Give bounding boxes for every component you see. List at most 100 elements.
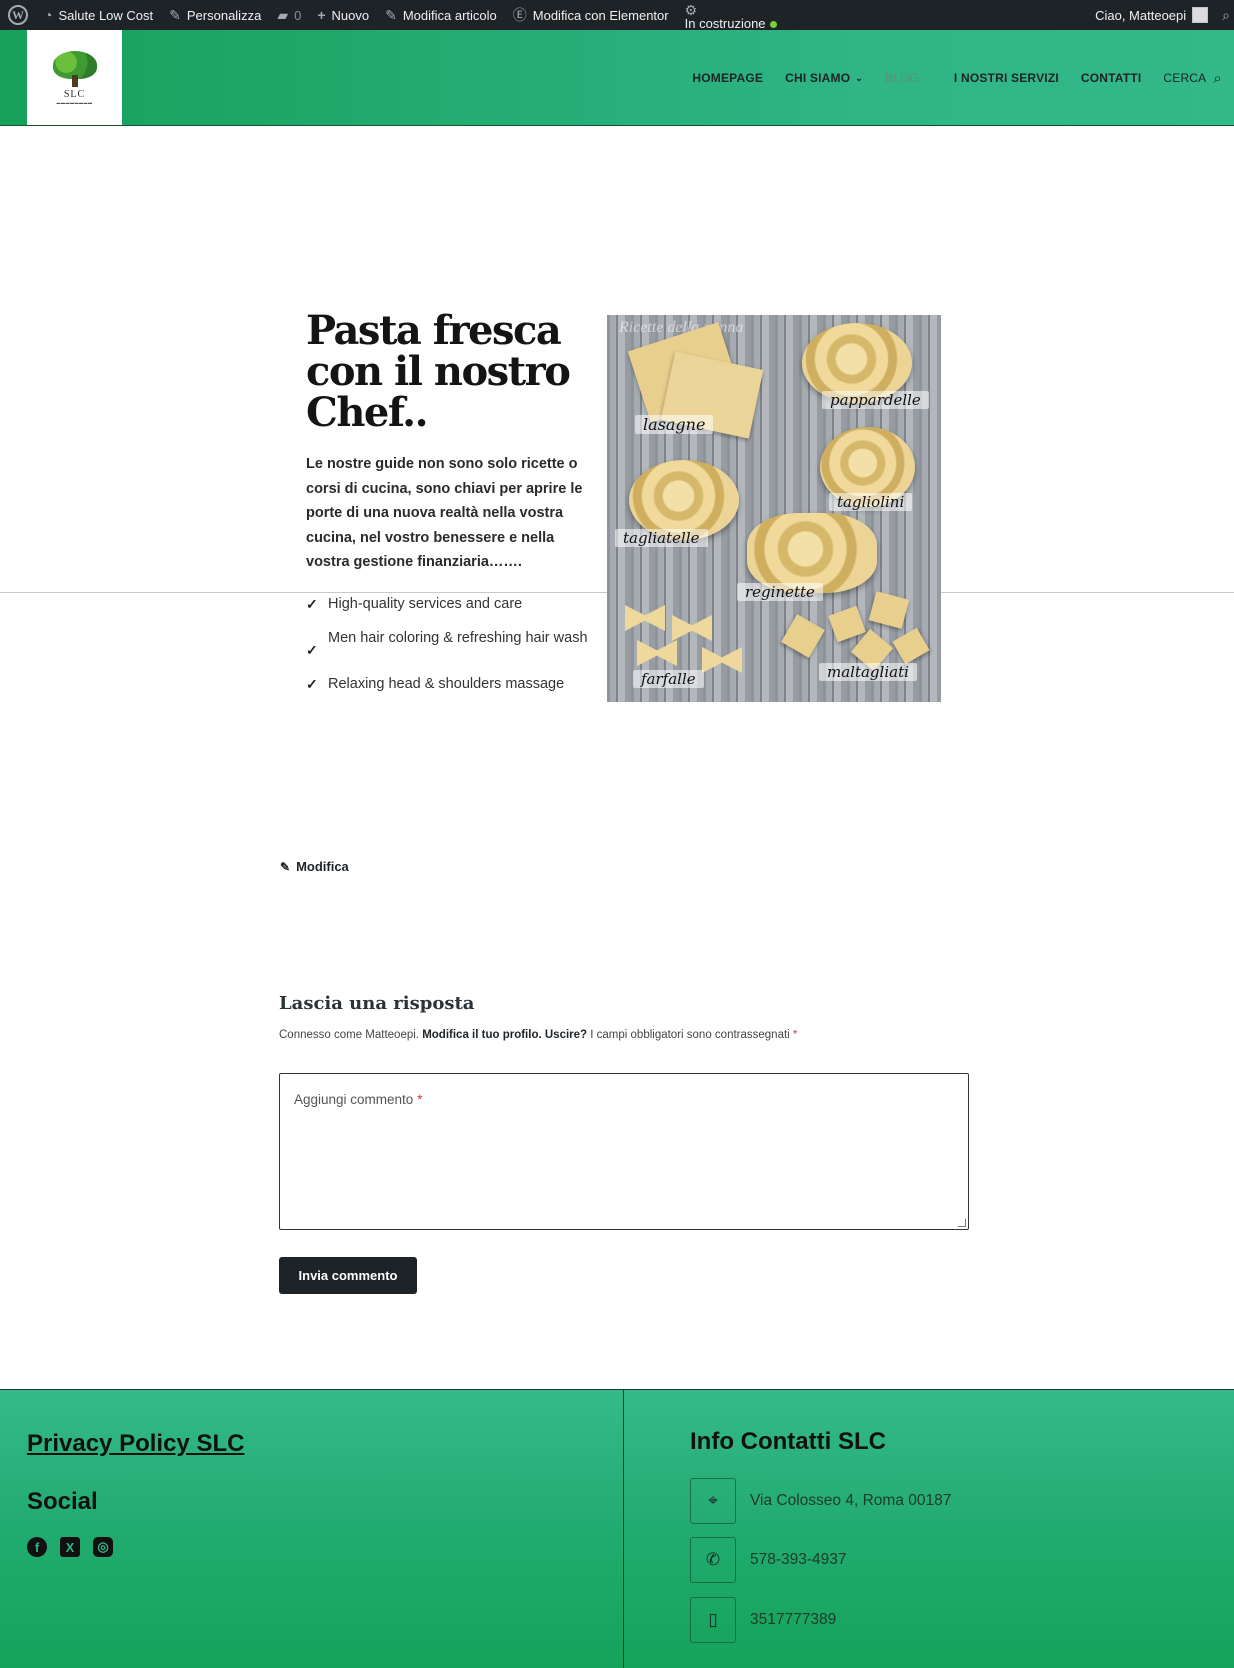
site-name-label: Salute Low Cost [58, 7, 154, 23]
dashboard-icon: ◔ [44, 7, 53, 23]
plus-icon: + [317, 7, 326, 23]
new-content-label: Nuovo [331, 7, 370, 23]
comment-placeholder: Aggiungi commento * [294, 1092, 422, 1107]
site-name-menu[interactable]: ◔ Salute Low Cost [36, 0, 161, 30]
comment-textarea[interactable]: Aggiungi commento * [279, 1073, 969, 1230]
label-farfalle: farfalle [633, 670, 704, 688]
wordpress-logo-icon: W [8, 5, 28, 25]
tree-logo-icon [49, 50, 101, 87]
search-icon: ⌕ [1222, 7, 1230, 23]
label-maltagliati: maltagliati [819, 663, 917, 681]
instagram-icon[interactable]: ◎ [93, 1537, 113, 1557]
pasta-photo: Ricette della nonna lasagne pappardelle … [607, 315, 941, 702]
label-reginette: reginette [737, 583, 823, 601]
mobile-icon: ▯ [690, 1597, 736, 1643]
required-mark: * [417, 1092, 423, 1107]
comments-menu[interactable]: ▰ 0 [269, 0, 309, 30]
farfalla [637, 640, 677, 666]
edit-post-link[interactable]: ✎ Modifica [280, 859, 349, 874]
label-tagliolini: tagliolini [829, 493, 913, 511]
chevron-down-icon: ⌄ [855, 72, 863, 83]
site-header: SLC ▬▬▬▬▬▬▬▬ HOMEPAGE CHI SIAMO ⌄ BLOG ⌄ I… [0, 30, 1234, 126]
contact-text: 3517777389 [750, 1611, 837, 1628]
pencil-icon: ✎ [385, 7, 397, 23]
list-item: ✓ Relaxing head & shoulders massage [306, 672, 596, 696]
nav-item-blog[interactable]: BLOG ⌄ [885, 71, 932, 85]
main-navigation: HOMEPAGE CHI SIAMO ⌄ BLOG ⌄ I NOSTRI SERVI… [692, 30, 1222, 126]
logged-in-prefix: Connesso come Matteoepi. [279, 1029, 419, 1041]
social-icons: f X ◎ [27, 1537, 113, 1557]
admin-bar-right: Ciao, Matteoepi ⌕ [1087, 0, 1234, 30]
nav-item-label: CHI SIAMO [785, 71, 851, 85]
privacy-policy-link[interactable]: Privacy Policy SLC [27, 1430, 244, 1458]
nav-item-label: HOMEPAGE [692, 71, 764, 85]
list-item: ✓ High-quality services and care [306, 592, 596, 616]
maintenance-status-label: In costruzione [684, 15, 766, 31]
wordpress-menu[interactable]: W [0, 0, 36, 30]
edit-link-label: Modifica [296, 859, 349, 874]
status-dot [769, 20, 777, 28]
maintenance-status[interactable]: ⚙ In costruzione [677, 0, 785, 30]
nav-item-label: CONTATTI [1080, 71, 1142, 85]
search-label: CERCA [1163, 71, 1207, 85]
feature-text: High-quality services and care [328, 596, 523, 612]
maltagliati-piece [828, 605, 866, 643]
label-lasagne: lasagne [635, 415, 714, 434]
required-note: I campi obbligatori sono contrassegnati [590, 1029, 790, 1041]
site-logo[interactable]: SLC ▬▬▬▬▬▬▬▬ [27, 30, 122, 125]
tagliatelle-nest [629, 460, 739, 540]
my-account-menu[interactable]: Ciao, Matteoepi [1087, 0, 1216, 30]
label-tagliatelle: tagliatelle [615, 529, 708, 547]
edit-post-label: Modifica articolo [402, 7, 497, 23]
nav-item-servizi[interactable]: I NOSTRI SERVIZI [954, 71, 1059, 85]
farfalla [702, 647, 742, 673]
nav-item-label: I NOSTRI SERVIZI [953, 71, 1059, 85]
brush-icon: ✎ [169, 7, 181, 23]
hero-description: Le nostre guide non sono solo ricette o … [306, 456, 583, 570]
contact-address: ⌖ Via Colosseo 4, Roma 00187 [690, 1478, 951, 1524]
resize-handle[interactable] [958, 1219, 966, 1227]
elementor-label: Modifica con Elementor [532, 7, 669, 23]
phone-icon: ✆ [690, 1537, 736, 1583]
contact-text: Via Colosseo 4, Roma 00187 [750, 1492, 952, 1509]
wp-admin-bar: W ◔ Salute Low Cost ✎ Personalizza ▰ 0 +… [0, 0, 1234, 30]
logo-tagline-graphic: ▬▬▬▬▬▬▬▬ [56, 99, 93, 105]
submit-comment-button[interactable]: Invia commento [279, 1257, 417, 1294]
greeting-label: Ciao, Matteoepi [1095, 7, 1187, 23]
nav-item-contatti[interactable]: CONTATTI [1081, 71, 1141, 85]
location-pin-icon: ⌖ [690, 1478, 736, 1524]
contact-phone[interactable]: ✆ 578-393-4937 [690, 1537, 847, 1583]
contact-mobile[interactable]: ▯ 3517777389 [690, 1597, 836, 1643]
customize-menu[interactable]: ✎ Personalizza [161, 0, 269, 30]
elementor-icon: Ⓔ [512, 7, 527, 23]
admin-search[interactable]: ⌕ [1216, 0, 1234, 30]
logged-in-note: Connesso come Matteoepi. Modifica il tuo… [279, 1029, 797, 1041]
social-title: Social [27, 1488, 98, 1515]
logout-link[interactable]: Uscire? [545, 1029, 587, 1041]
nav-item-homepage[interactable]: HOMEPAGE [692, 71, 763, 85]
footer-divider [623, 1390, 624, 1668]
facebook-icon[interactable]: f [27, 1537, 47, 1557]
nav-item-chi-siamo[interactable]: CHI SIAMO ⌄ [785, 71, 863, 85]
reginette-nest [747, 513, 877, 593]
new-content-menu[interactable]: + Nuovo [309, 0, 377, 30]
comment-icon: ▰ [277, 7, 289, 23]
x-twitter-icon[interactable]: X [60, 1537, 80, 1557]
hero-title: Pasta fresca con il nostro Chef.. [306, 307, 571, 436]
tree-trunk [71, 74, 78, 87]
nav-item-label: BLOG [884, 71, 920, 85]
contact-text: 578-393-4937 [750, 1551, 847, 1568]
site-footer: Privacy Policy SLC Social f X ◎ Info Con… [0, 1389, 1234, 1668]
edit-profile-link[interactable]: Modifica il tuo profilo. [422, 1029, 541, 1041]
maltagliati-piece [781, 614, 825, 658]
search-icon: ⌕ [1213, 69, 1222, 87]
maltagliati-piece [868, 591, 910, 629]
feature-text: Men hair coloring & refreshing hair wash [328, 630, 588, 646]
elementor-menu[interactable]: Ⓔ Modifica con Elementor [505, 0, 677, 30]
check-icon: ✓ [306, 676, 318, 692]
maltagliati-piece [892, 627, 930, 665]
logo-text: SLC [63, 88, 86, 100]
chevron-down-icon: ⌄ [924, 72, 932, 83]
edit-post-menu[interactable]: ✎ Modifica articolo [377, 0, 505, 30]
nav-search[interactable]: CERCA ⌕ [1163, 70, 1222, 87]
